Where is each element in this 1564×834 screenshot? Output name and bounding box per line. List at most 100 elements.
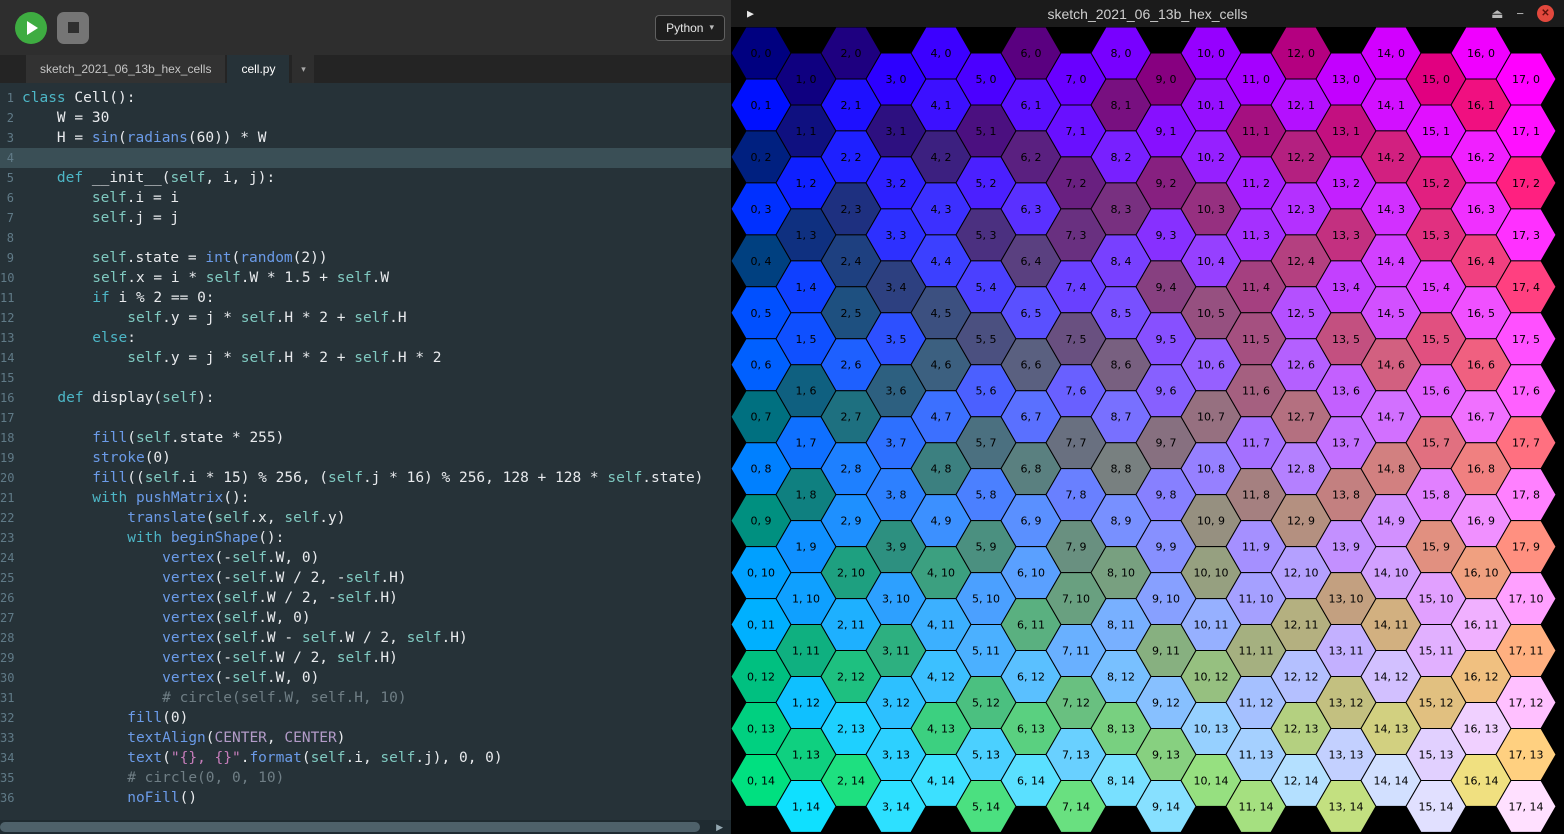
code-line[interactable]: 11 if i % 2 == 0: bbox=[0, 288, 731, 308]
hex-cell-label: 16, 13 bbox=[1464, 723, 1499, 736]
hex-cell-label: 9, 0 bbox=[1156, 73, 1177, 86]
sketch-titlebar[interactable]: ▶ sketch_2021_06_13b_hex_cells ⏏ − ✕ bbox=[731, 0, 1564, 27]
hex-cell-label: 10, 1 bbox=[1197, 99, 1225, 112]
code-line[interactable]: 13 else: bbox=[0, 328, 731, 348]
code-line[interactable]: 32 fill(0) bbox=[0, 708, 731, 728]
hex-cell-label: 16, 12 bbox=[1464, 671, 1499, 684]
hex-cell-label: 6, 11 bbox=[1017, 619, 1045, 632]
scrollbar-arrow-icon[interactable]: ▶ bbox=[716, 821, 723, 833]
code-line[interactable]: 33 textAlign(CENTER, CENTER) bbox=[0, 728, 731, 748]
hex-cell-label: 10, 0 bbox=[1197, 47, 1225, 60]
code-line[interactable]: 35 # circle(0, 0, 10) bbox=[0, 768, 731, 788]
code-line[interactable]: 30 vertex(-self.W, 0) bbox=[0, 668, 731, 688]
hex-cell-label: 12, 5 bbox=[1287, 307, 1315, 320]
code-line[interactable]: 8 bbox=[0, 228, 731, 248]
code-line[interactable]: 22 translate(self.x, self.y) bbox=[0, 508, 731, 528]
tab-menu-button[interactable]: ▾ bbox=[292, 55, 314, 83]
hex-cell-label: 3, 1 bbox=[886, 125, 907, 138]
code-line[interactable]: 1class Cell(): bbox=[0, 88, 731, 108]
code-line-text: vertex(-self.W / 2, -self.H) bbox=[22, 568, 406, 588]
code-line-text: self.x = i * self.W * 1.5 + self.W bbox=[22, 268, 389, 288]
code-line[interactable]: 21 with pushMatrix(): bbox=[0, 488, 731, 508]
code-line[interactable]: 20 fill((self.i * 15) % 256, (self.j * 1… bbox=[0, 468, 731, 488]
hex-cell-label: 4, 5 bbox=[931, 307, 952, 320]
code-line[interactable]: 3 H = sin(radians(60)) * W bbox=[0, 128, 731, 148]
code-line-text: def display(self): bbox=[22, 388, 214, 408]
hex-cell-label: 15, 10 bbox=[1419, 593, 1454, 606]
code-line[interactable]: 29 vertex(-self.W / 2, self.H) bbox=[0, 648, 731, 668]
code-line[interactable]: 19 stroke(0) bbox=[0, 448, 731, 468]
code-line[interactable]: 36 noFill() bbox=[0, 788, 731, 808]
hex-cell-label: 12, 8 bbox=[1287, 463, 1315, 476]
code-line[interactable]: 15 bbox=[0, 368, 731, 388]
code-line[interactable]: 14 self.y = j * self.H * 2 + self.H * 2 bbox=[0, 348, 731, 368]
code-line[interactable]: 18 fill(self.state * 255) bbox=[0, 428, 731, 448]
code-line[interactable]: 6 self.i = i bbox=[0, 188, 731, 208]
code-line[interactable]: 24 vertex(-self.W, 0) bbox=[0, 548, 731, 568]
hex-cell-label: 8, 2 bbox=[1111, 151, 1132, 164]
line-number: 29 bbox=[0, 648, 22, 668]
hex-cell-label: 16, 0 bbox=[1467, 47, 1495, 60]
processing-ide: Python ▾ sketch_2021_06_13b_hex_cells ce… bbox=[0, 0, 1564, 834]
hex-cell-label: 1, 8 bbox=[796, 489, 817, 502]
code-line[interactable]: 26 vertex(self.W / 2, -self.H) bbox=[0, 588, 731, 608]
code-line[interactable]: 4 bbox=[0, 148, 731, 168]
code-line[interactable]: 2 W = 30 bbox=[0, 108, 731, 128]
line-number: 33 bbox=[0, 728, 22, 748]
minimize-icon[interactable]: − bbox=[1516, 7, 1524, 20]
hex-cell-label: 1, 12 bbox=[792, 697, 820, 710]
code-line-text: def __init__(self, i, j): bbox=[22, 168, 275, 188]
mode-selector[interactable]: Python ▾ bbox=[655, 15, 725, 41]
scrollbar-thumb[interactable] bbox=[0, 822, 700, 832]
eject-icon[interactable]: ⏏ bbox=[1491, 7, 1503, 20]
code-line[interactable]: 31 # circle(self.W, self.H, 10) bbox=[0, 688, 731, 708]
code-line[interactable]: 23 with beginShape(): bbox=[0, 528, 731, 548]
hex-cell-label: 8, 10 bbox=[1107, 567, 1135, 580]
code-line[interactable]: 17 bbox=[0, 408, 731, 428]
code-line[interactable]: 28 vertex(self.W - self.W / 2, self.H) bbox=[0, 628, 731, 648]
hex-cell-label: 3, 14 bbox=[882, 800, 910, 813]
hex-cell-label: 1, 2 bbox=[796, 177, 817, 190]
hex-cell-label: 0, 13 bbox=[747, 723, 775, 736]
run-button[interactable] bbox=[15, 12, 47, 44]
code-line[interactable]: 12 self.y = j * self.H * 2 + self.H bbox=[0, 308, 731, 328]
code-line-text: with pushMatrix(): bbox=[22, 488, 249, 508]
hex-cell-label: 15, 13 bbox=[1419, 749, 1454, 762]
code-line[interactable]: 16 def display(self): bbox=[0, 388, 731, 408]
code-line[interactable]: 27 vertex(self.W, 0) bbox=[0, 608, 731, 628]
hex-cell-label: 11, 0 bbox=[1242, 73, 1270, 86]
horizontal-scrollbar[interactable]: ▶ bbox=[0, 820, 731, 834]
hex-cell-label: 9, 4 bbox=[1156, 281, 1177, 294]
tab-cell-py[interactable]: cell.py bbox=[227, 55, 289, 83]
code-line[interactable]: 9 self.state = int(random(2)) bbox=[0, 248, 731, 268]
stop-button[interactable] bbox=[57, 12, 89, 44]
code-line[interactable]: 5 def __init__(self, i, j): bbox=[0, 168, 731, 188]
hex-cell-label: 11, 9 bbox=[1242, 541, 1270, 554]
hex-cell-label: 12, 10 bbox=[1284, 567, 1319, 580]
hex-cell-label: 8, 4 bbox=[1111, 255, 1132, 268]
hex-cell-label: 2, 2 bbox=[841, 151, 862, 164]
hex-cell-label: 14, 2 bbox=[1377, 151, 1405, 164]
code-line[interactable]: 7 self.j = j bbox=[0, 208, 731, 228]
code-line-text: self.y = j * self.H * 2 + self.H * 2 bbox=[22, 348, 441, 368]
hex-cell-label: 14, 1 bbox=[1377, 99, 1405, 112]
tab-sketch[interactable]: sketch_2021_06_13b_hex_cells bbox=[26, 55, 225, 83]
hex-cell-label: 15, 8 bbox=[1422, 489, 1450, 502]
code-line-text: translate(self.x, self.y) bbox=[22, 508, 345, 528]
code-line[interactable]: 34 text("{}, {}".format(self.i, self.j),… bbox=[0, 748, 731, 768]
hex-cell-label: 16, 6 bbox=[1467, 359, 1495, 372]
code-line[interactable]: 25 vertex(-self.W / 2, -self.H) bbox=[0, 568, 731, 588]
hex-cell-label: 17, 4 bbox=[1512, 281, 1540, 294]
code-line[interactable]: 10 self.x = i * self.W * 1.5 + self.W bbox=[0, 268, 731, 288]
close-icon[interactable]: ✕ bbox=[1537, 5, 1554, 22]
hex-cell-label: 0, 12 bbox=[747, 671, 775, 684]
hex-cell-label: 3, 2 bbox=[886, 177, 907, 190]
line-number: 35 bbox=[0, 768, 22, 788]
code-line-text: vertex(-self.W, 0) bbox=[22, 548, 319, 568]
code-editor[interactable]: 1class Cell():2 W = 303 H = sin(radians(… bbox=[0, 83, 731, 820]
hex-cell-label: 0, 11 bbox=[747, 619, 775, 632]
hex-cell-label: 4, 9 bbox=[931, 515, 952, 528]
hex-cell-label: 16, 5 bbox=[1467, 307, 1495, 320]
line-number: 30 bbox=[0, 668, 22, 688]
hex-cell-label: 5, 3 bbox=[976, 229, 997, 242]
